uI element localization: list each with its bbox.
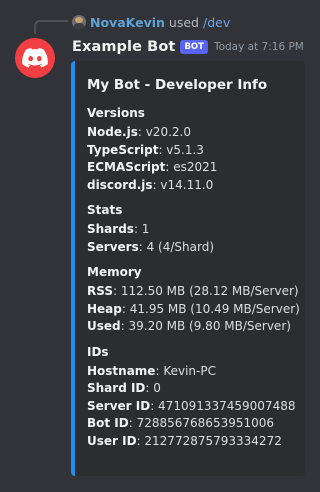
bot-name[interactable]: Example Bot (72, 39, 175, 55)
field-key: TypeScript (87, 142, 159, 157)
reply-used-text: used (168, 14, 199, 30)
field-key: RSS (87, 284, 113, 298)
field-value: 4 (4/Shard) (146, 239, 214, 254)
field-value: 471091337459007488 (158, 398, 296, 413)
field-line: Hostname: Kevin-PC (87, 363, 216, 378)
bot-tag: BOT (180, 40, 208, 54)
field-line: Shard ID: 0 (87, 381, 161, 395)
section-title: Memory (87, 265, 142, 279)
field-line: ECMAScript: es2021 (87, 160, 218, 174)
field-line: Server ID: 471091337459007488 (87, 398, 296, 413)
field-value: v5.1.3 (166, 142, 204, 157)
message-header: Example Bot BOT Today at 7:16 PM (72, 38, 304, 56)
field-value: 39.20 MB (9.80 MB/Server) (128, 319, 291, 333)
section-memory: Memory RSS: 112.50 MB (28.12 MB/Server) … (87, 264, 300, 336)
field-line: Bot ID: 728856768653951006 (87, 416, 275, 430)
section-title: IDs (87, 344, 109, 359)
section-ids: IDs Hostname: Kevin-PC Shard ID: 0 Serve… (87, 344, 297, 451)
reply-reference[interactable]: NovaKevin used /dev (72, 13, 230, 31)
field-key: Servers (87, 239, 139, 254)
field-value: es2021 (173, 160, 218, 174)
reply-user-avatar-icon[interactable] (72, 15, 86, 29)
bot-avatar[interactable] (15, 38, 55, 78)
field-key: Shard ID (87, 381, 146, 395)
field-value: 728856768653951006 (136, 416, 275, 430)
field-line: RSS: 112.50 MB (28.12 MB/Server) (87, 284, 299, 298)
field-value: 0 (153, 381, 161, 395)
field-key: Node.js (87, 125, 138, 139)
field-value: v20.2.0 (145, 125, 191, 139)
embed-title: My Bot - Developer Info (87, 77, 268, 93)
reply-username[interactable]: NovaKevin (90, 15, 165, 30)
field-line: Servers: 4 (4/Shard) (87, 239, 214, 254)
field-key: ECMAScript (87, 160, 166, 174)
embed: My Bot - Developer Info Versions Node.js… (71, 61, 305, 476)
section-title: Versions (87, 106, 145, 120)
field-key: Heap (87, 301, 122, 316)
field-key: discord.js (87, 177, 153, 192)
field-value: 41.95 MB (10.49 MB/Server) (129, 301, 300, 316)
reply-command[interactable]: /dev (203, 15, 230, 30)
discord-logo-icon (22, 48, 48, 68)
message-timestamp[interactable]: Today at 7:16 PM (214, 41, 304, 53)
field-value: Kevin-PC (163, 363, 216, 378)
field-key: Used (87, 319, 121, 333)
field-line: Shards: 1 (87, 222, 150, 236)
field-value: v14.11.0 (160, 177, 214, 192)
field-key: Server ID (87, 398, 151, 413)
field-line: Node.js: v20.2.0 (87, 125, 191, 139)
field-line: Used: 39.20 MB (9.80 MB/Server) (87, 319, 291, 333)
field-key: Bot ID (87, 416, 129, 430)
field-line: Heap: 41.95 MB (10.49 MB/Server) (87, 301, 300, 316)
section-title: Stats (87, 203, 123, 217)
section-versions: Versions Node.js: v20.2.0 TypeScript: v5… (87, 105, 297, 194)
field-key: Shards (87, 222, 134, 236)
field-line: discord.js: v14.11.0 (87, 177, 214, 192)
field-value: 1 (141, 222, 150, 236)
field-line: TypeScript: v5.1.3 (87, 142, 204, 157)
field-value: 112.50 MB (28.12 MB/Server) (120, 284, 299, 298)
section-stats: Stats Shards: 1 Servers: 4 (4/Shard) (87, 202, 297, 256)
reply-connector (34, 20, 68, 34)
field-line: User ID: 212772875793334272 (87, 433, 282, 448)
field-key: Hostname (87, 363, 156, 378)
field-value: 212772875793334272 (144, 433, 282, 448)
field-key: User ID (87, 433, 137, 448)
